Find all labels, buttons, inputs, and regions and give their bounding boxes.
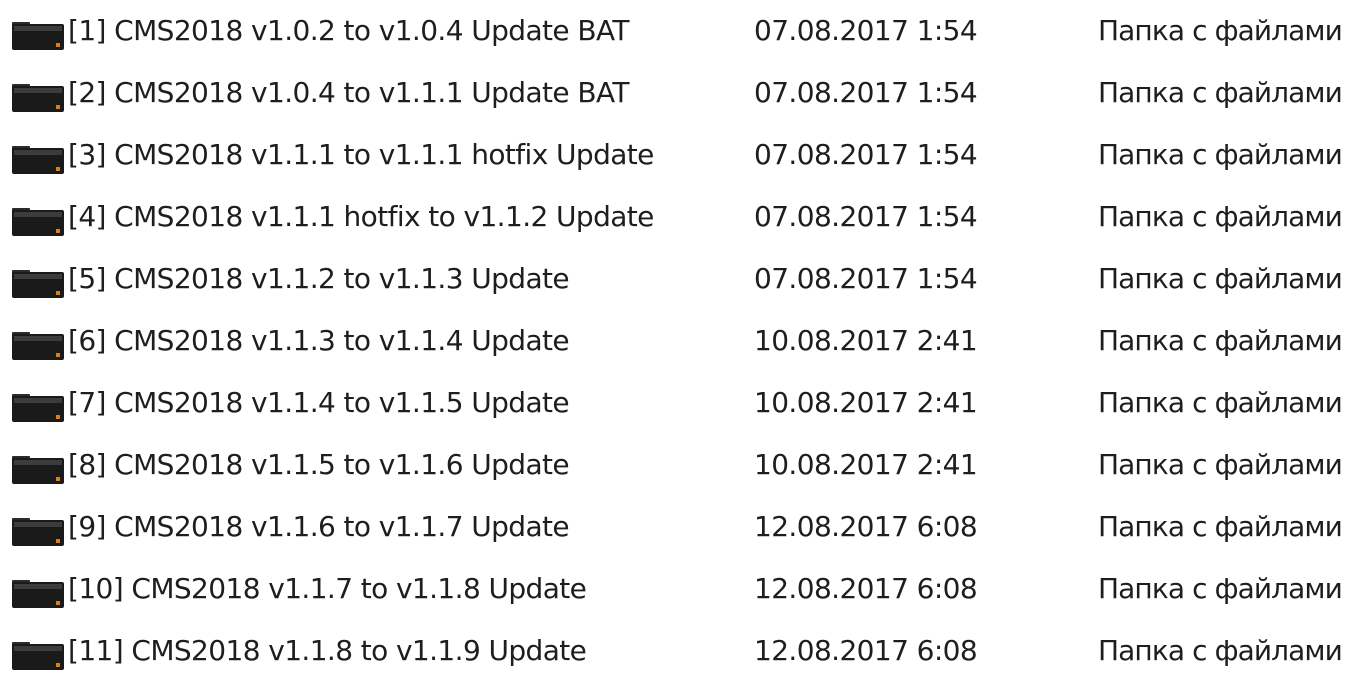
list-item[interactable]: [4] CMS2018 v1.1.1 hotfix to v1.1.2 Upda… [0, 186, 1346, 248]
folder-icon [12, 580, 64, 608]
file-name: [4] CMS2018 v1.1.1 hotfix to v1.1.2 Upda… [68, 200, 654, 233]
list-item[interactable]: [5] CMS2018 v1.1.2 to v1.1.3 Update 07.0… [0, 248, 1346, 310]
file-type: Папка с файлами [1098, 634, 1343, 667]
file-name: [6] CMS2018 v1.1.3 to v1.1.4 Update [68, 324, 570, 357]
file-name: [5] CMS2018 v1.1.2 to v1.1.3 Update [68, 262, 570, 295]
date-modified: 12.08.2017 6:08 [754, 510, 978, 543]
file-type: Папка с файлами [1098, 510, 1343, 543]
list-item[interactable]: [1] CMS2018 v1.0.2 to v1.0.4 Update BAT … [0, 0, 1346, 62]
file-name: [10] CMS2018 v1.1.7 to v1.1.8 Update [68, 572, 587, 605]
folder-icon [12, 84, 64, 112]
date-modified: 07.08.2017 1:54 [754, 262, 978, 295]
file-list: [1] CMS2018 v1.0.2 to v1.0.4 Update BAT … [0, 0, 1346, 675]
folder-icon [12, 22, 64, 50]
date-modified: 07.08.2017 1:54 [754, 14, 978, 47]
date-modified: 10.08.2017 2:41 [754, 324, 978, 357]
file-name: [8] CMS2018 v1.1.5 to v1.1.6 Update [68, 448, 570, 481]
folder-icon [12, 146, 64, 174]
file-name: [7] CMS2018 v1.1.4 to v1.1.5 Update [68, 386, 570, 419]
file-name: [2] CMS2018 v1.0.4 to v1.1.1 Update BAT [68, 76, 629, 109]
file-type: Папка с файлами [1098, 386, 1343, 419]
folder-icon [12, 642, 64, 670]
date-modified: 12.08.2017 6:08 [754, 572, 978, 605]
list-item[interactable]: [11] CMS2018 v1.1.8 to v1.1.9 Update 12.… [0, 620, 1346, 682]
folder-icon [12, 456, 64, 484]
folder-icon [12, 332, 64, 360]
file-type: Папка с файлами [1098, 262, 1343, 295]
date-modified: 10.08.2017 2:41 [754, 448, 978, 481]
folder-icon [12, 518, 64, 546]
file-type: Папка с файлами [1098, 14, 1343, 47]
list-item[interactable]: [3] CMS2018 v1.1.1 to v1.1.1 hotfix Upda… [0, 124, 1346, 186]
list-item[interactable]: [10] CMS2018 v1.1.7 to v1.1.8 Update 12.… [0, 558, 1346, 620]
list-item[interactable]: [9] CMS2018 v1.1.6 to v1.1.7 Update 12.0… [0, 496, 1346, 558]
list-item[interactable]: [8] CMS2018 v1.1.5 to v1.1.6 Update 10.0… [0, 434, 1346, 496]
file-type: Папка с файлами [1098, 76, 1343, 109]
folder-icon [12, 208, 64, 236]
file-type: Папка с файлами [1098, 448, 1343, 481]
date-modified: 10.08.2017 2:41 [754, 386, 978, 419]
file-name: [11] CMS2018 v1.1.8 to v1.1.9 Update [68, 634, 587, 667]
file-type: Папка с файлами [1098, 200, 1343, 233]
date-modified: 07.08.2017 1:54 [754, 138, 978, 171]
date-modified: 07.08.2017 1:54 [754, 200, 978, 233]
file-type: Папка с файлами [1098, 138, 1343, 171]
list-item[interactable]: [2] CMS2018 v1.0.4 to v1.1.1 Update BAT … [0, 62, 1346, 124]
file-name: [1] CMS2018 v1.0.2 to v1.0.4 Update BAT [68, 14, 629, 47]
file-type: Папка с файлами [1098, 572, 1343, 605]
file-type: Папка с файлами [1098, 324, 1343, 357]
list-item[interactable]: [7] CMS2018 v1.1.4 to v1.1.5 Update 10.0… [0, 372, 1346, 434]
file-name: [9] CMS2018 v1.1.6 to v1.1.7 Update [68, 510, 570, 543]
list-item[interactable]: [6] CMS2018 v1.1.3 to v1.1.4 Update 10.0… [0, 310, 1346, 372]
folder-icon [12, 270, 64, 298]
date-modified: 12.08.2017 6:08 [754, 634, 978, 667]
folder-icon [12, 394, 64, 422]
date-modified: 07.08.2017 1:54 [754, 76, 978, 109]
file-name: [3] CMS2018 v1.1.1 to v1.1.1 hotfix Upda… [68, 138, 654, 171]
